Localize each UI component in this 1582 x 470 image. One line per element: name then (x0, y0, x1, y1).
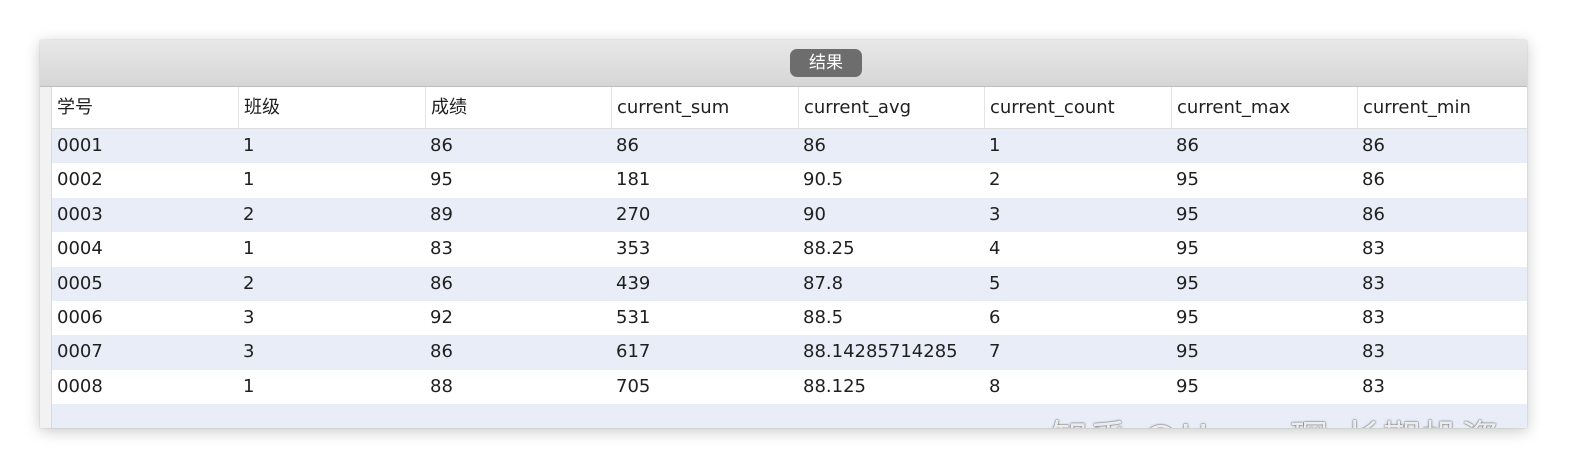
table-cell[interactable]: 83 (1357, 301, 1527, 335)
table-cell[interactable]: 4 (984, 232, 1171, 266)
table-cell[interactable]: 531 (611, 301, 798, 335)
table-cell[interactable]: 0002 (52, 163, 238, 197)
table-cell[interactable]: 95 (1171, 163, 1357, 197)
table-cell[interactable]: 83 (1357, 232, 1527, 266)
table-cell[interactable]: 0001 (52, 129, 238, 163)
table-cell[interactable]: 95 (1171, 267, 1357, 301)
table-cell[interactable]: 3 (238, 301, 425, 335)
column-header-current-min[interactable]: current_min (1357, 87, 1527, 128)
table-cell[interactable]: 3 (238, 335, 425, 369)
table-cell[interactable]: 95 (1171, 301, 1357, 335)
table-cell[interactable]: 83 (1357, 267, 1527, 301)
table-row[interactable]: 0005 2 86 439 87.8 5 95 83 (52, 266, 1527, 301)
table-cell[interactable]: 88.125 (798, 370, 984, 404)
table-cell[interactable]: 88.25 (798, 232, 984, 266)
column-header-class[interactable]: 班级 (238, 87, 425, 128)
table-cell[interactable]: 181 (611, 163, 798, 197)
table-cell[interactable]: 92 (425, 301, 611, 335)
table-row[interactable]: 0006 3 92 531 88.5 6 95 83 (52, 300, 1527, 336)
table-cell[interactable]: 0005 (52, 267, 238, 301)
table-cell[interactable]: 86 (425, 267, 611, 301)
table-cell[interactable]: 2 (238, 198, 425, 232)
table-cell[interactable]: 439 (611, 267, 798, 301)
table-cell[interactable]: 83 (1357, 335, 1527, 369)
table-header-row: 学号 班级 成绩 current_sum current_avg current… (52, 87, 1527, 129)
table-cell[interactable]: 86 (425, 335, 611, 369)
table-cell[interactable]: 86 (1357, 129, 1527, 163)
column-header-current-avg[interactable]: current_avg (798, 87, 984, 128)
table-cell[interactable]: 86 (1171, 129, 1357, 163)
table-cell[interactable]: 2 (984, 163, 1171, 197)
table-cell[interactable]: 86 (611, 129, 798, 163)
table-cell[interactable]: 88.5 (798, 301, 984, 335)
table-cell[interactable]: 617 (611, 335, 798, 369)
table-row[interactable]: 0003 2 89 270 90 3 95 86 (52, 197, 1527, 233)
column-header-current-sum[interactable]: current_sum (611, 87, 798, 128)
table-row[interactable]: 0002 1 95 181 90.5 2 95 86 (52, 163, 1527, 198)
table-cell[interactable]: 353 (611, 232, 798, 266)
table-cell[interactable]: 1 (984, 129, 1171, 163)
table-cell[interactable]: 705 (611, 370, 798, 404)
table-cell[interactable]: 1 (238, 232, 425, 266)
table-cell[interactable]: 95 (1171, 232, 1357, 266)
table-cell[interactable]: 87.8 (798, 267, 984, 301)
table-cell[interactable]: 3 (984, 198, 1171, 232)
window-title: 结果 (790, 49, 862, 77)
table-cell[interactable]: 1 (238, 370, 425, 404)
column-header-score[interactable]: 成绩 (425, 87, 611, 128)
table-cell[interactable]: 1 (238, 163, 425, 197)
table-cell[interactable]: 0004 (52, 232, 238, 266)
column-header-current-max[interactable]: current_max (1171, 87, 1357, 128)
table-cell[interactable]: 270 (611, 198, 798, 232)
table-cell[interactable]: 8 (984, 370, 1171, 404)
table-cell[interactable]: 95 (1171, 335, 1357, 369)
table-cell[interactable]: 88.14285714285 (798, 335, 984, 369)
table-cell[interactable]: 0003 (52, 198, 238, 232)
table-cell[interactable]: 7 (984, 335, 1171, 369)
table-cell[interactable]: 95 (1171, 198, 1357, 232)
results-window: 结果 学号 班级 成绩 current_sum current_avg curr… (40, 40, 1527, 428)
table-cell[interactable]: 6 (984, 301, 1171, 335)
table-cell[interactable]: 86 (798, 129, 984, 163)
table-cell[interactable]: 90 (798, 198, 984, 232)
results-table: 学号 班级 成绩 current_sum current_avg current… (52, 87, 1527, 428)
table-cell[interactable]: 86 (425, 129, 611, 163)
watermark: 知乎 @Harry琛-长期投资 (1050, 408, 1500, 428)
table-row[interactable]: 0007 3 86 617 88.14285714285 7 95 83 (52, 335, 1527, 370)
table-row[interactable]: 0004 1 83 353 88.25 4 95 83 (52, 232, 1527, 267)
table-cell[interactable]: 5 (984, 267, 1171, 301)
table-cell[interactable]: 86 (1357, 163, 1527, 197)
table-cell[interactable]: 88 (425, 370, 611, 404)
table-cell[interactable]: 0007 (52, 335, 238, 369)
table-row[interactable]: 0008 1 88 705 88.125 8 95 83 (52, 369, 1527, 405)
column-header-student-id[interactable]: 学号 (52, 87, 238, 128)
table-cell[interactable]: 95 (425, 163, 611, 197)
table-row[interactable]: 0001 1 86 86 86 1 86 86 (52, 129, 1527, 164)
table-cell[interactable]: 95 (1171, 370, 1357, 404)
column-header-current-count[interactable]: current_count (984, 87, 1171, 128)
table-cell[interactable]: 90.5 (798, 163, 984, 197)
table-cell[interactable]: 86 (1357, 198, 1527, 232)
table-cell[interactable]: 89 (425, 198, 611, 232)
table-cell[interactable]: 83 (425, 232, 611, 266)
table-cell[interactable]: 83 (1357, 370, 1527, 404)
table-cell[interactable]: 2 (238, 267, 425, 301)
row-header-gutter (40, 87, 52, 428)
table-cell[interactable]: 0006 (52, 301, 238, 335)
table-cell[interactable]: 1 (238, 129, 425, 163)
table-cell[interactable]: 0008 (52, 370, 238, 404)
window-titlebar: 结果 (40, 40, 1527, 87)
